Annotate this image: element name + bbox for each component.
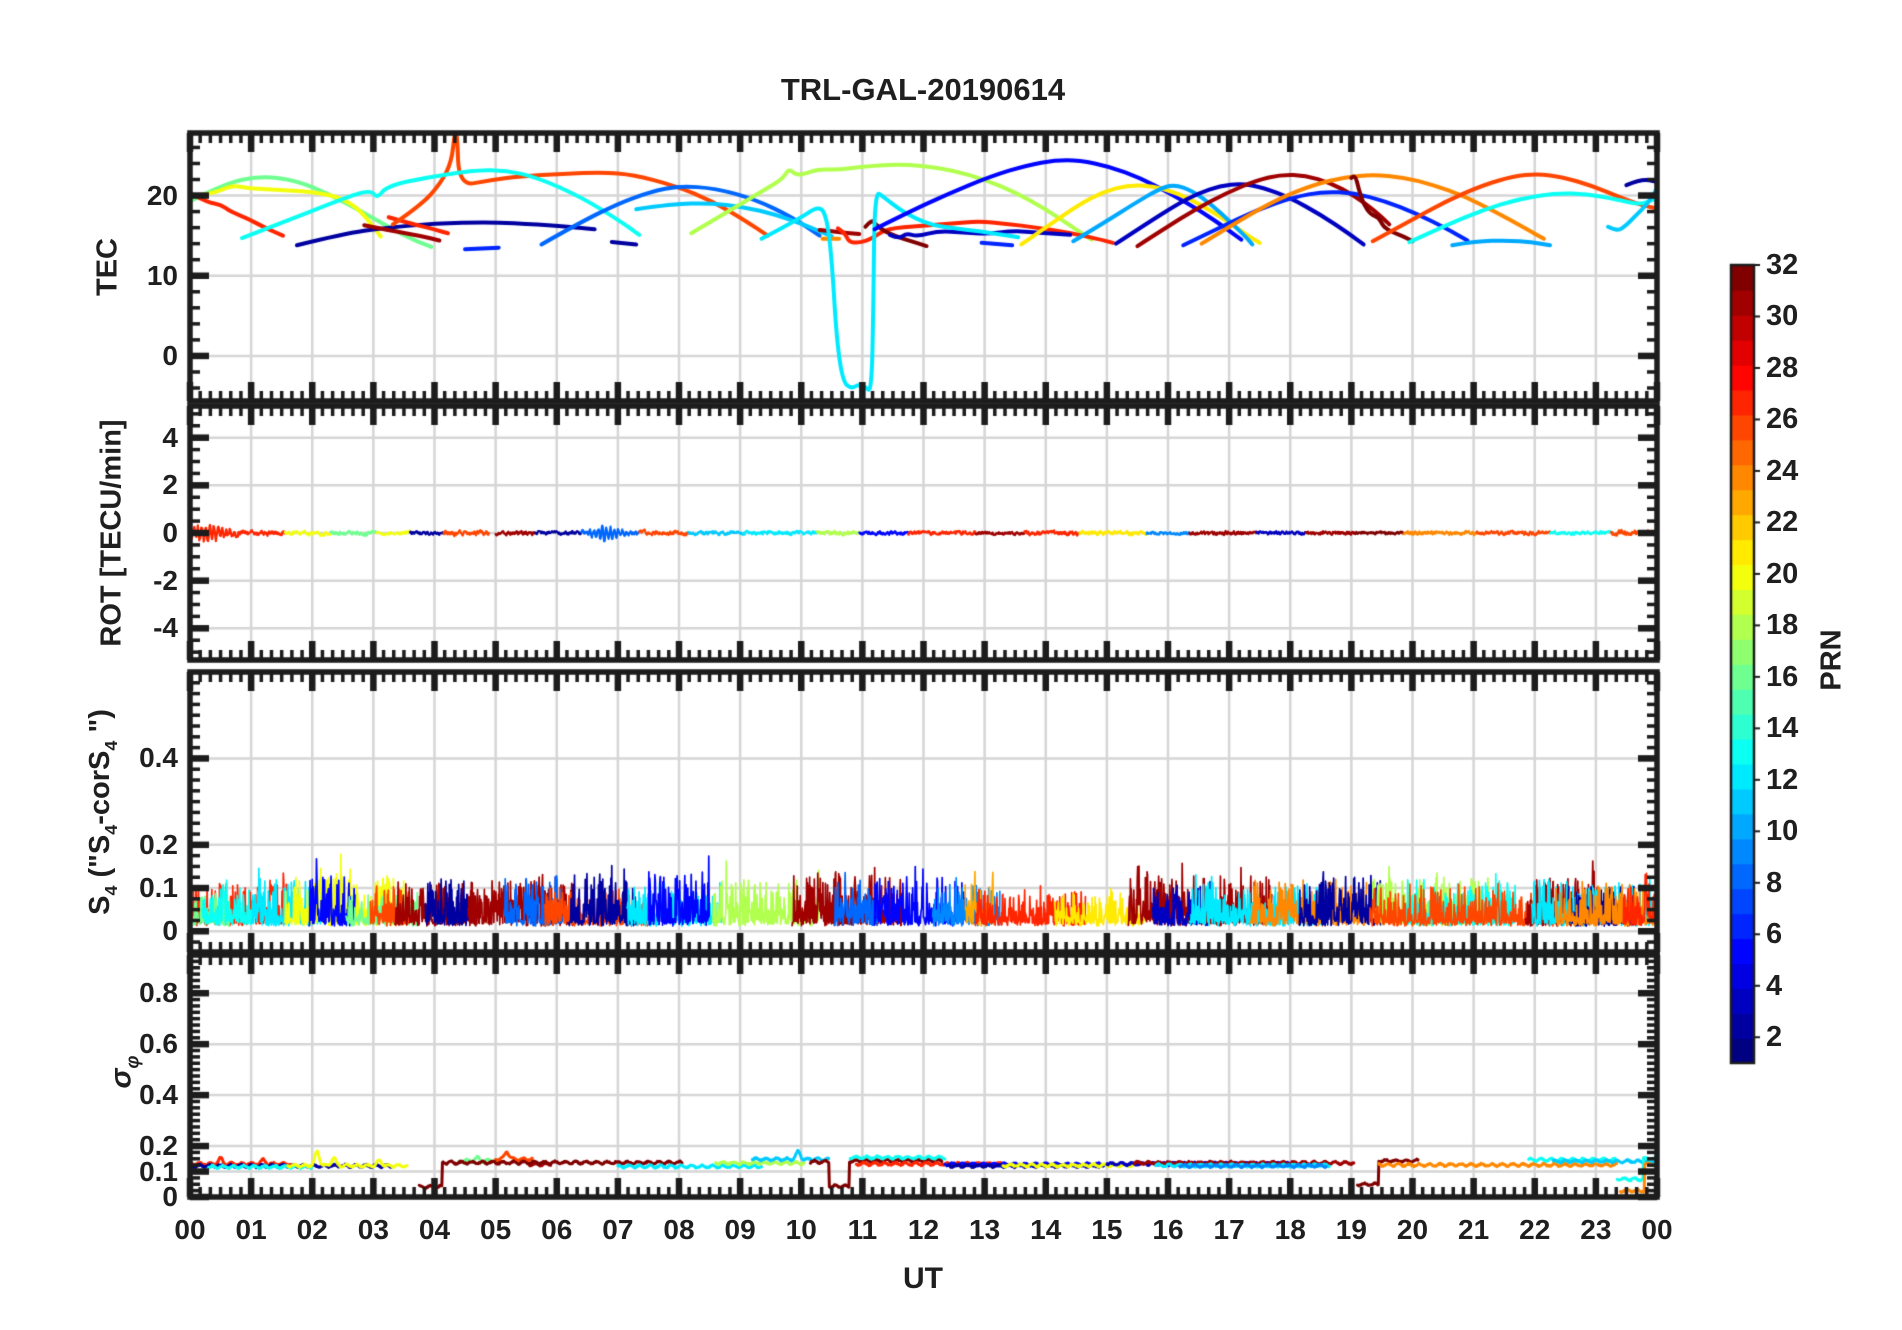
tec-y-tick-label: 0 [162, 339, 178, 371]
tec-y-tick-label: 10 [146, 259, 178, 291]
colorbar-tick-label: 22 [1766, 506, 1799, 539]
colorbar-tick-label: 28 [1766, 351, 1799, 384]
s4-y-tick-label: 0 [162, 915, 178, 947]
rot-y-tick-label: 2 [162, 469, 178, 501]
x-tick-label: 00 [1641, 1214, 1673, 1245]
colorbar-tick-label: 2 [1766, 1021, 1783, 1054]
rot-y-tick-label: -2 [153, 564, 178, 596]
s4-y-tick-label: 0.1 [139, 872, 178, 904]
colorbar-tick-label: 16 [1766, 660, 1799, 693]
colorbar-tick-label: 24 [1766, 454, 1799, 487]
chart-title: TRL-GAL-20190614 [780, 72, 1066, 107]
colorbar-tick-label: 8 [1766, 866, 1783, 899]
colorbar-tick-label: 12 [1766, 763, 1799, 796]
s4-y-tick-label: 0.2 [139, 828, 178, 860]
plot-canvas [0, 0, 1902, 1330]
s4-y-tick-label: 0.4 [139, 742, 178, 774]
colorbar-tick-label: 26 [1766, 403, 1799, 436]
sigma-y-tick-label: 0.4 [139, 1079, 178, 1111]
sigma-y-tick-label: 0.2 [139, 1130, 178, 1162]
rot-y-tick-label: 0 [162, 517, 178, 548]
sigma-y-tick-label: 0.6 [139, 1028, 178, 1060]
colorbar-tick-label: 6 [1766, 918, 1783, 951]
colorbar-tick-label: 32 [1766, 249, 1799, 281]
colorbar-tick-label: 4 [1766, 969, 1783, 1002]
rot-y-tick-label: -4 [153, 612, 178, 644]
colorbar-tick-label: 30 [1766, 300, 1799, 333]
x-axis-label: UT [903, 1262, 943, 1295]
figure: TRL-GAL-20190614 TEC ROT [TECU/min] S4 (… [0, 0, 1902, 1330]
colorbar-tick-label: 20 [1766, 557, 1799, 590]
colorbar-tick-label: 14 [1766, 712, 1799, 745]
rot-y-tick-label: 4 [162, 421, 178, 453]
tec-y-tick-label: 20 [146, 179, 178, 211]
sigma-y-tick-label: 0.8 [139, 977, 178, 1009]
colorbar-tick-label: 10 [1766, 815, 1799, 848]
colorbar-tick-label: 18 [1766, 609, 1799, 642]
